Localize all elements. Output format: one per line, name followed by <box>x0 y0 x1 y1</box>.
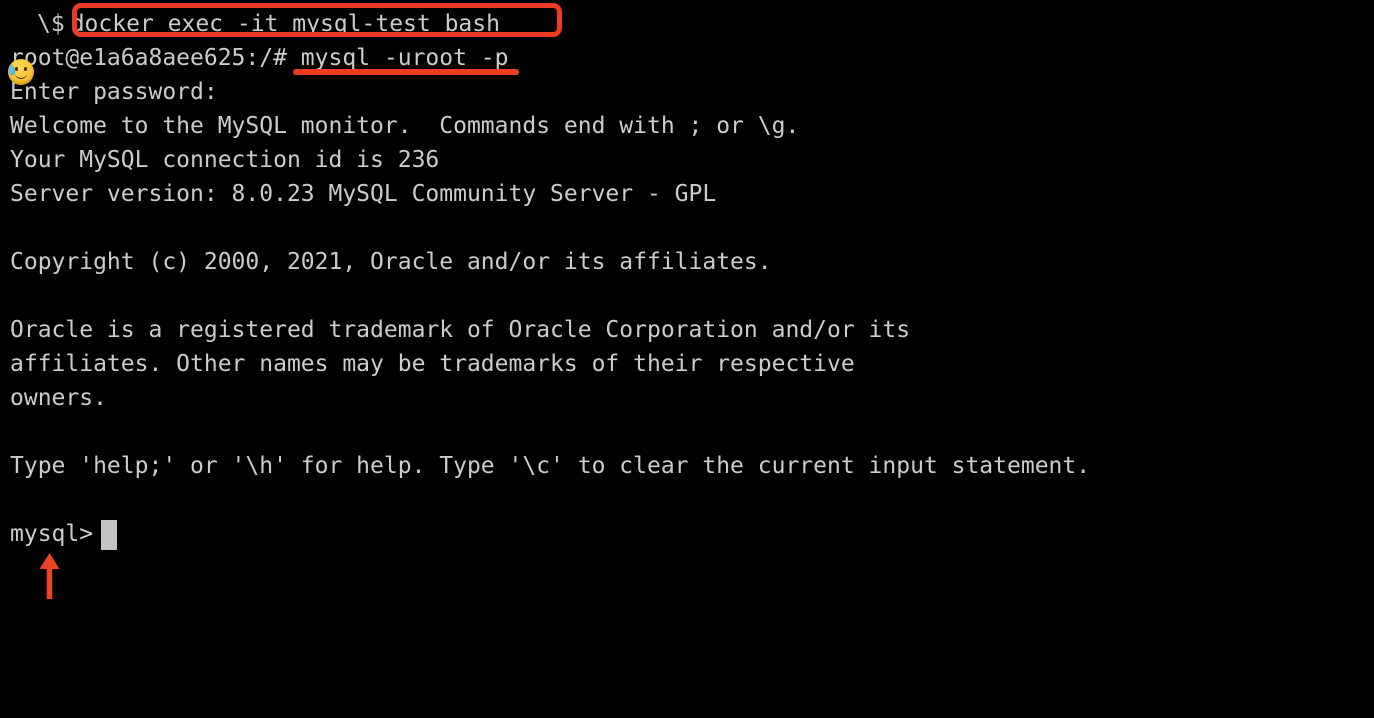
mysql-login-underline <box>293 69 519 75</box>
terminal-line-blank-3 <box>0 415 1374 449</box>
terminal-line-trademark-1: Oracle is a registered trademark of Orac… <box>10 317 911 343</box>
sweat-smile-emoji <box>8 11 36 85</box>
terminal-output: \$ docker exec -it mysql-test bash root@… <box>0 0 1374 551</box>
terminal-line-blank-2 <box>0 279 1374 313</box>
text-cursor <box>101 520 118 550</box>
terminal-line-welcome: Welcome to the MySQL monitor. Commands e… <box>10 113 800 139</box>
mysql-prompt-line[interactable]: mysql> <box>0 517 1374 551</box>
terminal-line-trademark-3: owners. <box>10 385 107 411</box>
terminal-line-server-version: Server version: 8.0.23 MySQL Community S… <box>10 181 717 207</box>
terminal-window[interactable]: \$ docker exec -it mysql-test bash root@… <box>0 0 1374 718</box>
terminal-line-connection-id: Your MySQL connection id is 236 <box>10 147 440 173</box>
mysql-prompt-arrow-icon <box>39 553 60 599</box>
terminal-line-enter-password: Enter password: <box>10 79 218 105</box>
terminal-line-copyright: Copyright (c) 2000, 2021, Oracle and/or … <box>10 249 772 275</box>
mysql-prompt-label: mysql> <box>10 521 94 547</box>
terminal-line-blank-1 <box>0 211 1374 245</box>
terminal-line-blank-4 <box>0 483 1374 517</box>
docker-exec-command: docker exec -it mysql-test bash <box>70 11 500 37</box>
terminal-line-container-prompt: root@e1a6a8aee625:/# mysql -uroot -p <box>10 45 509 71</box>
host-shell-prompt-line[interactable]: \$ docker exec -it mysql-test bash <box>0 7 1374 85</box>
terminal-line-trademark-2: affiliates. Other names may be trademark… <box>10 351 855 377</box>
terminal-line-help-hint: Type 'help;' or '\h' for help. Type '\c'… <box>10 453 1091 479</box>
